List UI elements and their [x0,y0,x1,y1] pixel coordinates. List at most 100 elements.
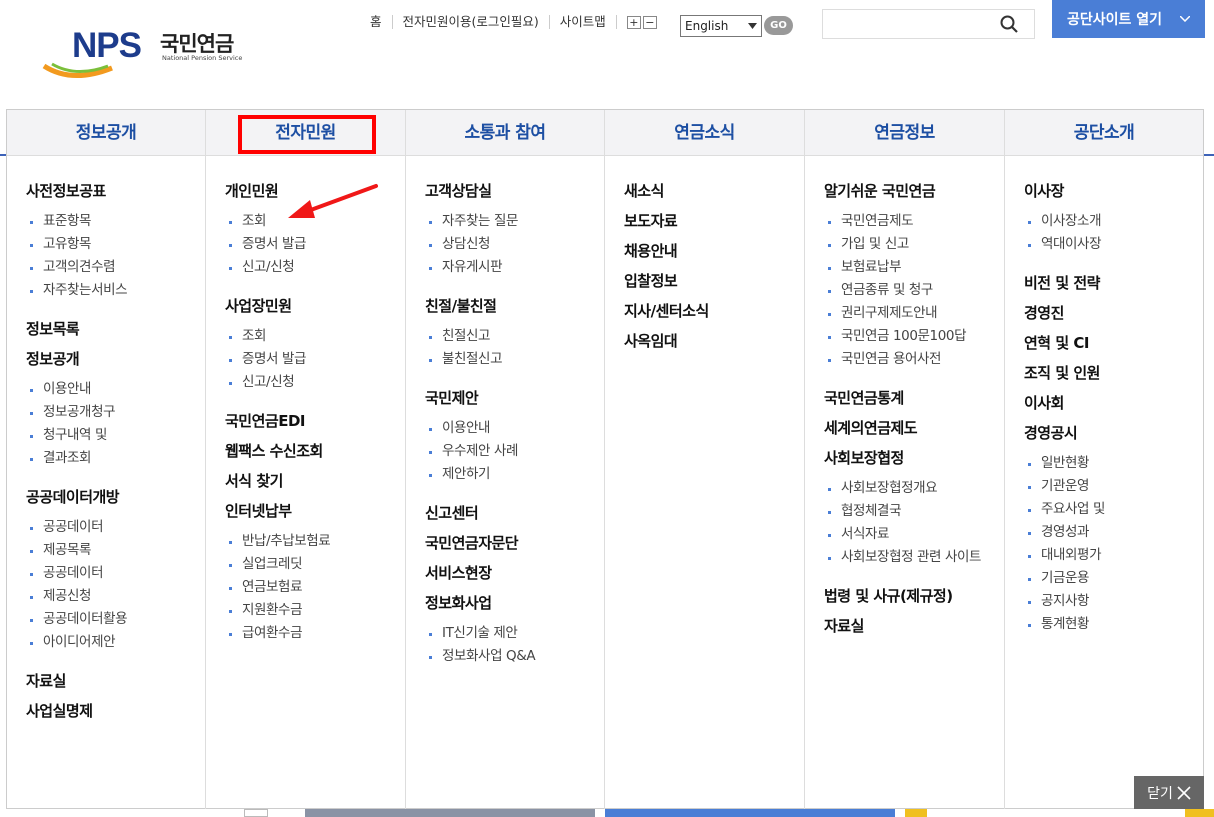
nps-logo[interactable]: NPS 국민연금 National Pension Service [42,22,252,82]
menu-subitem[interactable]: 역대이사장 [1024,233,1203,256]
menu-tab-pension-news[interactable]: 연금소식 [605,110,804,156]
menu-subitem[interactable]: 경영성과 [1024,521,1203,544]
menu-subitem[interactable]: 증명서 발급 [225,233,405,256]
menu-subitem[interactable]: 표준항목 [26,210,205,233]
menu-section-heading[interactable]: 국민연금EDI [225,406,405,436]
menu-section-heading[interactable]: 공공데이터개방 [26,482,205,512]
menu-subitem[interactable]: 기관운영 [1024,475,1203,498]
menu-subitem[interactable]: 고객의견수렴 [26,256,205,279]
menu-subitem[interactable]: 정보공개청구 [26,401,205,424]
menu-subitem[interactable]: 반납/추납보험료 [225,530,405,553]
menu-subitem[interactable]: 우수제안 사례 [425,440,604,463]
menu-subitem[interactable]: 일반현황 [1024,452,1203,475]
menu-subitem[interactable]: 국민연금 용어사전 [824,348,1004,371]
menu-subitem[interactable]: 급여환수금 [225,622,405,645]
menu-section-heading[interactable]: 국민연금자문단 [425,528,604,558]
menu-subitem[interactable]: 불친절신고 [425,348,604,371]
menu-section-heading[interactable]: 보도자료 [624,206,804,236]
menu-subitem[interactable]: 공공데이터활용 [26,608,205,631]
menu-subitem[interactable]: 신고/신청 [225,371,405,394]
menu-section-heading[interactable]: 비전 및 전략 [1024,268,1203,298]
menu-subitem[interactable]: 자주찾는 질문 [425,210,604,233]
menu-section-heading[interactable]: 정보목록 [26,314,205,344]
menu-tab-pension-info[interactable]: 연금정보 [805,110,1004,156]
menu-section-heading[interactable]: 연혁 및 CI [1024,328,1203,358]
menu-section-heading[interactable]: 국민연금통계 [824,383,1004,413]
menu-subitem[interactable]: 제안하기 [425,463,604,486]
go-button[interactable]: GO [764,16,793,35]
menu-subitem[interactable]: 협정체결국 [824,500,1004,523]
menu-subitem[interactable]: 신고/신청 [225,256,405,279]
menu-subitem[interactable]: 공지사항 [1024,590,1203,613]
menu-section-heading[interactable]: 사업장민원 [225,291,405,321]
menu-section-heading[interactable]: 서비스현장 [425,558,604,588]
zoom-out-button[interactable]: − [642,15,657,29]
menu-subitem[interactable]: 사회보장협정 관련 사이트 [824,546,1004,569]
zoom-in-button[interactable]: + [626,15,641,29]
menu-subitem[interactable]: 통계현황 [1024,613,1203,636]
language-select[interactable]: English [680,15,762,37]
menu-subitem[interactable]: 정보화사업 Q&A [425,645,604,668]
menu-subitem[interactable]: 이용안내 [425,417,604,440]
menu-section-heading[interactable]: 세계의연금제도 [824,413,1004,443]
menu-section-heading[interactable]: 국민제안 [425,383,604,413]
menu-section-heading[interactable]: 법령 및 사규(제규정) [824,581,1004,611]
menu-section-heading[interactable]: 서식 찾기 [225,466,405,496]
menu-subitem[interactable]: 고유항목 [26,233,205,256]
menu-subitem[interactable]: 가입 및 신고 [824,233,1004,256]
menu-subitem[interactable]: 연금종류 및 청구 [824,279,1004,302]
menu-subitem[interactable]: 이용안내 [26,378,205,401]
menu-section-heading[interactable]: 자료실 [824,611,1004,641]
menu-subitem[interactable]: 이사장소개 [1024,210,1203,233]
menu-subitem[interactable]: 지원환수금 [225,599,405,622]
menu-subitem[interactable]: IT신기술 제안 [425,622,604,645]
menu-tab-communication[interactable]: 소통과 참여 [406,110,604,156]
menu-subitem[interactable]: 아이디어제안 [26,631,205,654]
search-input[interactable] [822,9,1035,39]
menu-subitem[interactable]: 보험료납부 [824,256,1004,279]
menu-subitem[interactable]: 서식자료 [824,523,1004,546]
e-civil-login-link[interactable]: 전자민원이용(로그인필요) [393,15,550,29]
menu-section-heading[interactable]: 친절/불친절 [425,291,604,321]
menu-section-heading[interactable]: 조직 및 인원 [1024,358,1203,388]
menu-subitem[interactable]: 증명서 발급 [225,348,405,371]
menu-section-heading[interactable]: 사전정보공표 [26,176,205,206]
menu-subitem[interactable]: 연금보험료 [225,576,405,599]
menu-subitem[interactable]: 실업크레딧 [225,553,405,576]
menu-section-heading[interactable]: 입찰정보 [624,266,804,296]
menu-section-heading[interactable]: 사회보장협정 [824,443,1004,473]
menu-subitem[interactable]: 제공신청 [26,585,205,608]
menu-subitem[interactable]: 친절신고 [425,325,604,348]
menu-subitem[interactable]: 조회 [225,325,405,348]
menu-section-heading[interactable]: 이사장 [1024,176,1203,206]
menu-subitem[interactable]: 공공데이터 [26,516,205,539]
menu-subitem[interactable]: 제공목록 [26,539,205,562]
menu-section-heading[interactable]: 고객상담실 [425,176,604,206]
menu-subitem[interactable]: 자유게시판 [425,256,604,279]
menu-section-heading[interactable]: 자료실 [26,666,205,696]
menu-section-heading[interactable]: 알기쉬운 국민연금 [824,176,1004,206]
menu-section-heading[interactable]: 웹팩스 수신조회 [225,436,405,466]
menu-subitem[interactable]: 국민연금 100문100답 [824,325,1004,348]
menu-section-heading[interactable]: 정보화사업 [425,588,604,618]
menu-subitem[interactable]: 주요사업 및 [1024,498,1203,521]
menu-tab-info-disclosure[interactable]: 정보공개 [7,110,205,156]
menu-subitem[interactable]: 청구내역 및 [26,424,205,447]
search-icon[interactable] [1000,15,1018,33]
menu-subitem[interactable]: 권리구제제도안내 [824,302,1004,325]
menu-subitem[interactable]: 자주찾는서비스 [26,279,205,302]
menu-subitem[interactable]: 상담신청 [425,233,604,256]
open-sites-button[interactable]: 공단사이트 열기 [1052,0,1205,38]
home-link[interactable]: 홈 [360,15,393,29]
menu-section-heading[interactable]: 인터넷납부 [225,496,405,526]
menu-section-heading[interactable]: 새소식 [624,176,804,206]
menu-section-heading[interactable]: 경영공시 [1024,418,1203,448]
menu-section-heading[interactable]: 신고센터 [425,498,604,528]
menu-subitem[interactable]: 결과조회 [26,447,205,470]
menu-tab-about[interactable]: 공단소개 [1005,110,1203,156]
menu-section-heading[interactable]: 정보공개 [26,344,205,374]
sitemap-link[interactable]: 사이트맵 [550,15,617,29]
menu-subitem[interactable]: 기금운용 [1024,567,1203,590]
menu-section-heading[interactable]: 이사회 [1024,388,1203,418]
menu-subitem[interactable]: 공공데이터 [26,562,205,585]
